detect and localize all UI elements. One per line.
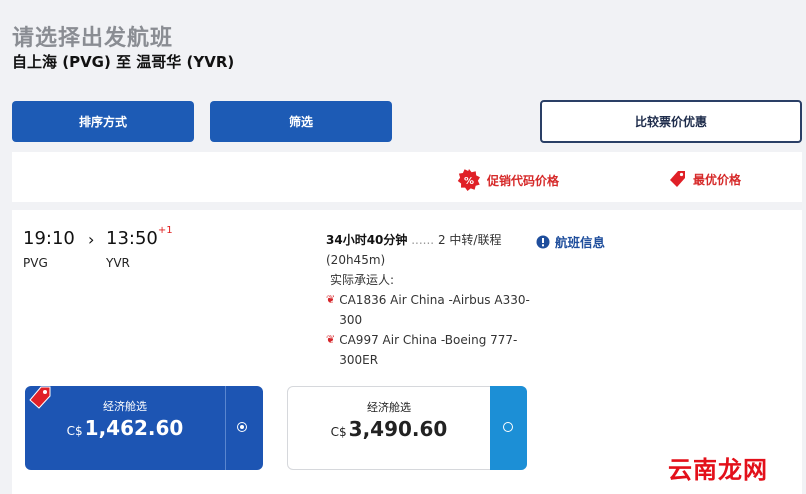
watermark-logo: 云南龙网: [668, 456, 768, 484]
sort-button-label: 排序方式: [78, 115, 127, 129]
departure-time: 19:10: [23, 228, 75, 249]
promo-price-label: 促销代码价格: [487, 173, 560, 188]
destination-code: YVR: [106, 256, 130, 270]
duration-line: 34小时40分钟 ...... 2 中转/联程: [326, 230, 536, 250]
currency: C$: [330, 425, 347, 439]
compare-fares-button[interactable]: 比较票价优惠: [540, 100, 802, 143]
dotted-separator: ......: [411, 233, 435, 247]
price-value: 3,490.60: [348, 417, 448, 441]
best-price-tag-icon: [29, 386, 51, 409]
fare-select-divider: [225, 386, 226, 470]
radio-selected-dot: [240, 425, 244, 429]
flight-leg-1-text: CA1836 Air China -Airbus A330-300: [339, 293, 530, 327]
alt-duration: (20h45m): [326, 253, 386, 267]
filter-button[interactable]: 筛选: [210, 101, 392, 142]
day-offset: +1: [157, 225, 173, 236]
percent-badge-icon: %: [457, 169, 480, 191]
info-icon: [536, 235, 550, 248]
premium-fare-option[interactable]: 经济舱选 C$ 3,490.60: [287, 386, 527, 470]
operator-label: 实际承运人:: [330, 273, 395, 287]
fare-content: 经济舱选 C$ 3,490.60: [288, 387, 490, 469]
svg-text:%: %: [464, 176, 474, 187]
best-price-legend: 最优价格: [667, 168, 741, 190]
best-price-label: 最优价格: [693, 172, 742, 187]
arrival-time: 13:50: [106, 228, 158, 249]
premium-radio[interactable]: [503, 422, 513, 432]
arrival-time-wrap: 13:50+1: [106, 225, 173, 249]
flight-info-link[interactable]: 航班信息: [536, 232, 605, 251]
duration: 34小时40分钟: [326, 233, 408, 247]
route-subtitle: 自上海 (PVG) 至 温哥华 (YVR): [12, 53, 235, 71]
economy-fare-price: C$ 1,462.60: [25, 416, 225, 440]
flight-details: 34小时40分钟 ...... 2 中转/联程 (20h45m) 实际承运人: …: [326, 230, 536, 370]
economy-fare-label: 经济舱选: [103, 400, 147, 413]
economy-radio[interactable]: [237, 422, 247, 432]
flight-info-label: 航班信息: [555, 235, 606, 250]
stops: 2 中转/联程: [437, 233, 502, 247]
arrow-right-icon: ›: [88, 230, 95, 249]
price-tag-icon: [670, 171, 685, 187]
flight-leg-2: ❦ CA997 Air China -Boeing 777-300ER: [326, 330, 536, 370]
page-title: 请选择出发航班: [12, 26, 174, 51]
premium-fare-price: C$ 3,490.60: [288, 417, 490, 441]
filter-button-label: 筛选: [288, 115, 313, 129]
price-value: 1,462.60: [84, 416, 184, 440]
premium-fare-label: 经济舱选: [367, 401, 411, 414]
promo-price-legend: % 促销代码价格: [457, 168, 559, 192]
economy-fare-option[interactable]: 经济舱选 C$ 1,462.60: [25, 386, 263, 470]
origin-code: PVG: [23, 256, 48, 270]
flight-leg-1: ❦ CA1836 Air China -Airbus A330-300: [326, 290, 536, 330]
sort-button[interactable]: 排序方式: [12, 101, 194, 142]
fare-content: 经济舱选 C$ 1,462.60: [25, 386, 225, 470]
air-china-logo-icon: ❦: [326, 293, 336, 306]
compare-fares-label: 比较票价优惠: [634, 115, 707, 129]
air-china-logo-icon: ❦: [326, 333, 336, 346]
currency: C$: [66, 424, 83, 438]
price-legend-bar: % 促销代码价格 最优价格: [12, 152, 802, 202]
flight-leg-2-text: CA997 Air China -Boeing 777-300ER: [339, 333, 518, 367]
premium-select-panel[interactable]: [490, 386, 527, 470]
